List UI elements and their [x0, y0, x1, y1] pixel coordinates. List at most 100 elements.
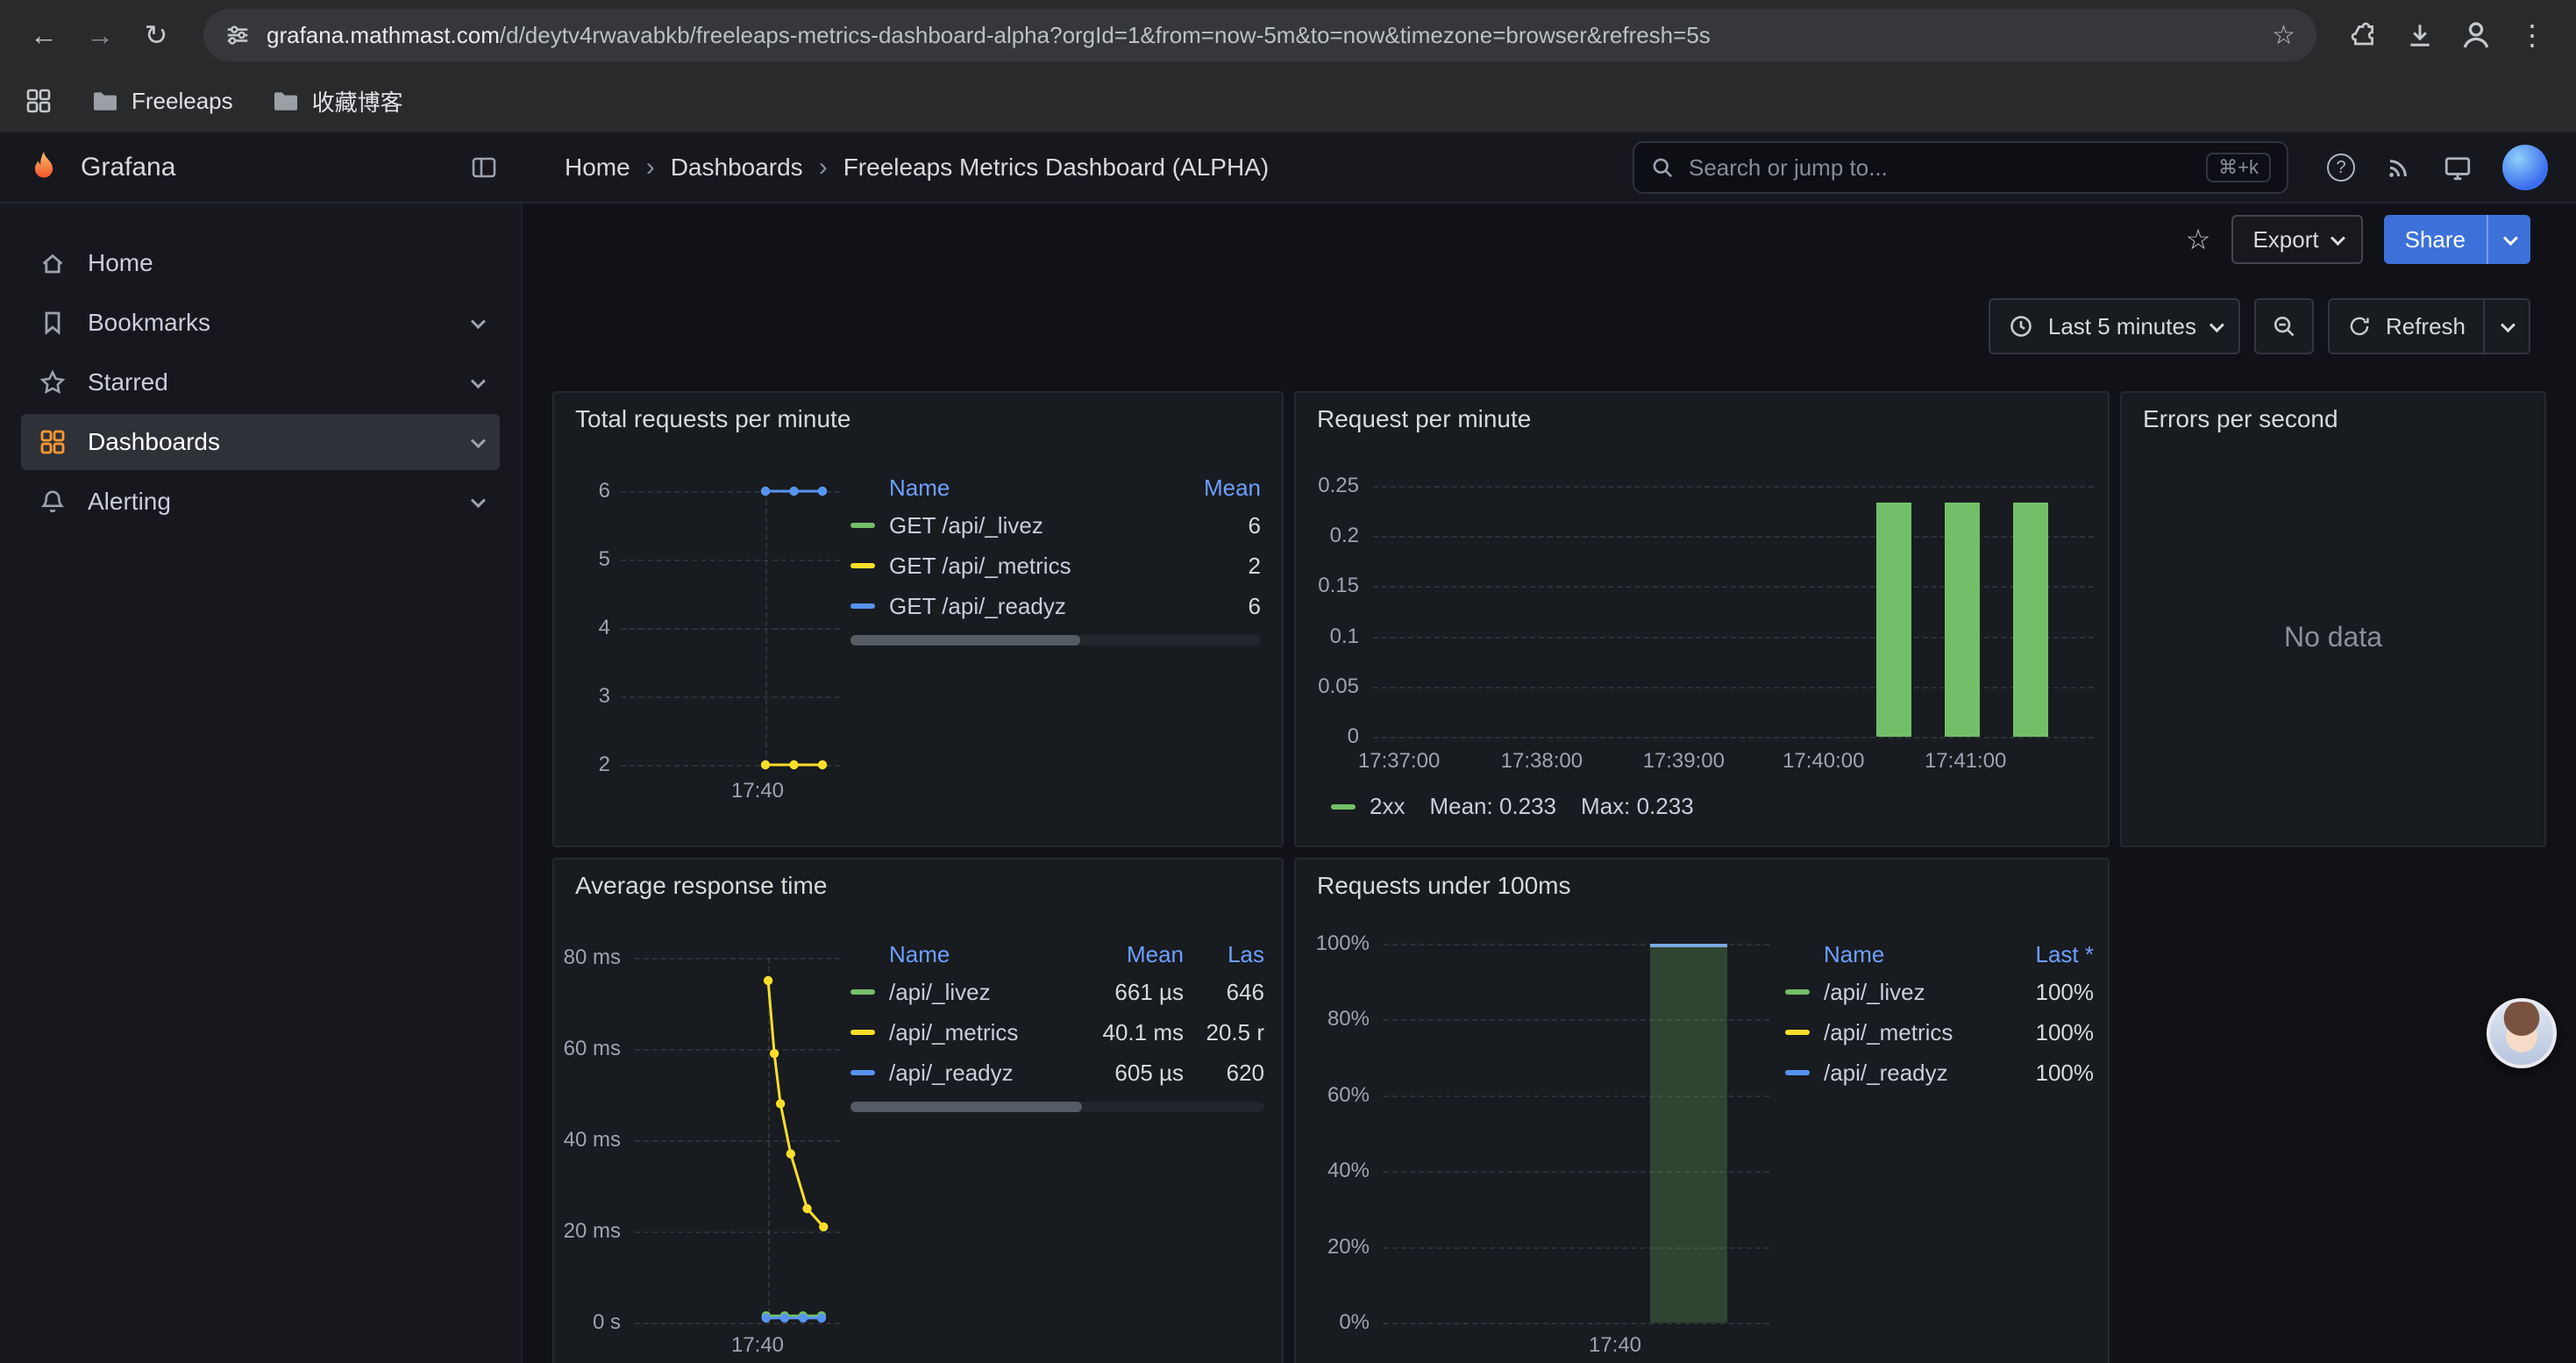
panel-errors-per-second[interactable]: Errors per second No data — [2120, 391, 2546, 847]
series-name[interactable]: /api/_livez — [1824, 979, 2003, 1006]
legend-row[interactable]: /api/_livez 661 µs 646 — [850, 972, 1264, 1012]
zoom-out-button[interactable] — [2254, 298, 2314, 354]
y-tick-label: 40% — [1327, 1159, 1370, 1183]
legend: 2xx Mean: 0.233 Max: 0.233 — [1331, 793, 1694, 820]
series-name[interactable]: GET /api/_metrics — [889, 553, 1170, 580]
legend-col-name[interactable]: Name — [889, 475, 1170, 502]
series-layer — [635, 958, 840, 1323]
legend-series[interactable]: 2xx — [1331, 793, 1405, 820]
floating-assistant-avatar[interactable] — [2487, 998, 2557, 1068]
legend-col-last[interactable]: Last * — [2003, 941, 2094, 968]
y-axis: 100%80%60%40%20%0% — [1303, 944, 1370, 1323]
chevron-down-icon[interactable] — [471, 433, 486, 448]
reload-icon[interactable]: ↻ — [130, 9, 182, 61]
series-swatch — [850, 603, 875, 609]
time-range-picker[interactable]: Last 5 minutes — [1989, 298, 2240, 354]
panel-title[interactable]: Errors per second — [2143, 405, 2338, 433]
share-menu-button[interactable] — [2488, 215, 2530, 264]
apps-grid-icon[interactable] — [25, 87, 53, 115]
breadcrumb: Home › Dashboards › Freeleaps Metrics Da… — [565, 153, 1269, 182]
browser-toolbar: ← → ↻ grafana.mathmast.com/d/deytv4rwava… — [0, 0, 2576, 70]
search-input[interactable]: Search or jump to... ⌘+k — [1633, 141, 2288, 194]
sidebar-item-alerting[interactable]: Alerting — [21, 474, 500, 530]
header-icons: ? — [2327, 145, 2548, 190]
legend-row[interactable]: /api/_readyz 605 µs 620 — [850, 1053, 1264, 1093]
grafana-logo[interactable] — [25, 148, 63, 187]
back-icon[interactable]: ← — [18, 9, 70, 61]
dashboard-actions: ☆ Export Share — [523, 203, 2576, 275]
sidebar-item-home[interactable]: Home — [21, 235, 500, 291]
breadcrumb-dashboards[interactable]: Dashboards — [671, 153, 803, 182]
site-info-icon[interactable] — [224, 22, 251, 48]
x-tick-label: 17:37:00 — [1358, 749, 1440, 774]
breadcrumb-current: Freeleaps Metrics Dashboard (ALPHA) — [843, 153, 1270, 182]
refresh-interval-button[interactable] — [2485, 298, 2530, 354]
sidebar: Home Bookmarks Starred Dashbo — [0, 203, 523, 1363]
legend-col-last[interactable]: Las — [1198, 941, 1264, 968]
browser-menu-icon[interactable]: ⋮ — [2506, 9, 2558, 61]
legend-row[interactable]: /api/_livez 100% — [1785, 972, 2094, 1012]
series-name[interactable]: GET /api/_readyz — [889, 593, 1170, 620]
series-name[interactable]: /api/_readyz — [889, 1060, 1092, 1087]
url-bar[interactable]: grafana.mathmast.com/d/deytv4rwavabkb/fr… — [203, 9, 2316, 61]
legend-row[interactable]: /api/_readyz 100% — [1785, 1053, 2094, 1093]
scrollbar-thumb[interactable] — [850, 635, 1080, 646]
legend-row[interactable]: /api/_metrics 40.1 ms 20.5 r — [850, 1012, 1264, 1053]
bookmark-folder-blogs[interactable]: 收藏博客 — [272, 85, 403, 118]
legend-col-name[interactable]: Name — [1824, 941, 2003, 968]
series-last: 100% — [2003, 1019, 2094, 1046]
bookmark-star-icon[interactable]: ☆ — [2272, 20, 2295, 51]
share-button[interactable]: Share — [2384, 215, 2530, 264]
legend-row[interactable]: GET /api/_readyz 6 — [850, 586, 1261, 626]
series-name[interactable]: /api/_readyz — [1824, 1060, 2003, 1087]
forward-icon[interactable]: → — [74, 9, 126, 61]
tv-mode-icon[interactable] — [2443, 153, 2473, 182]
sidebar-item-starred[interactable]: Starred — [21, 354, 500, 410]
rss-icon[interactable] — [2385, 153, 2413, 182]
series-name[interactable]: /api/_livez — [889, 979, 1092, 1006]
grafana-body: Home Bookmarks Starred Dashbo — [0, 203, 2576, 1363]
chevron-down-icon[interactable] — [471, 314, 486, 329]
panel-total-requests[interactable]: Total requests per minute 65432 17:40 Na… — [552, 391, 1284, 847]
legend-col-name[interactable]: Name — [889, 941, 1092, 968]
panel-request-per-minute[interactable]: Request per minute 0.250.20.150.10.050 1… — [1294, 391, 2110, 847]
chevron-down-icon[interactable] — [471, 374, 486, 389]
bar — [2013, 503, 2048, 737]
sidebar-toggle-icon[interactable] — [470, 153, 498, 182]
bar — [1650, 944, 1727, 1323]
panel-requests-under-100ms[interactable]: Requests under 100ms 100%80%60%40%20%0% … — [1294, 858, 2110, 1363]
downloads-icon[interactable] — [2394, 9, 2446, 61]
series-name[interactable]: /api/_metrics — [1824, 1019, 2003, 1046]
legend-max: Max: 0.233 — [1581, 793, 1694, 820]
series-name[interactable]: 2xx — [1370, 793, 1405, 820]
bookmark-folder-freeleaps[interactable]: Freeleaps — [91, 87, 233, 115]
favorite-star-icon[interactable]: ☆ — [2186, 223, 2211, 256]
help-icon[interactable]: ? — [2327, 153, 2355, 182]
breadcrumb-home[interactable]: Home — [565, 153, 630, 182]
sidebar-item-dashboards[interactable]: Dashboards — [21, 414, 500, 470]
series-last: 100% — [2003, 979, 2094, 1006]
legend-row[interactable]: GET /api/_livez 6 — [850, 505, 1261, 546]
panel-average-response-time[interactable]: Average response time 80 ms60 ms40 ms20 … — [552, 858, 1284, 1363]
scrollbar-thumb[interactable] — [850, 1102, 1082, 1112]
export-button[interactable]: Export — [2231, 215, 2362, 264]
legend-col-mean[interactable]: Mean — [1092, 941, 1184, 968]
legend-scrollbar[interactable] — [850, 635, 1261, 646]
sidebar-item-bookmarks[interactable]: Bookmarks — [21, 295, 500, 351]
x-axis-label: 17:40 — [731, 1333, 784, 1358]
profile-avatar[interactable] — [2450, 9, 2502, 61]
no-data-message: No data — [2122, 621, 2544, 653]
series-last: 100% — [2003, 1060, 2094, 1087]
legend-scrollbar[interactable] — [850, 1102, 1264, 1112]
legend-row[interactable]: GET /api/_metrics 2 — [850, 546, 1261, 586]
legend-row[interactable]: /api/_metrics 100% — [1785, 1012, 2094, 1053]
legend-col-mean[interactable]: Mean — [1170, 475, 1261, 502]
chevron-down-icon[interactable] — [471, 493, 486, 508]
url-text[interactable]: grafana.mathmast.com/d/deytv4rwavabkb/fr… — [267, 22, 2256, 49]
series-name[interactable]: /api/_metrics — [889, 1019, 1092, 1046]
user-avatar[interactable] — [2502, 145, 2548, 190]
refresh-button[interactable]: Refresh — [2328, 298, 2485, 354]
series-name[interactable]: GET /api/_livez — [889, 512, 1170, 539]
extensions-icon[interactable] — [2338, 9, 2390, 61]
y-tick-label: 3 — [599, 684, 610, 709]
